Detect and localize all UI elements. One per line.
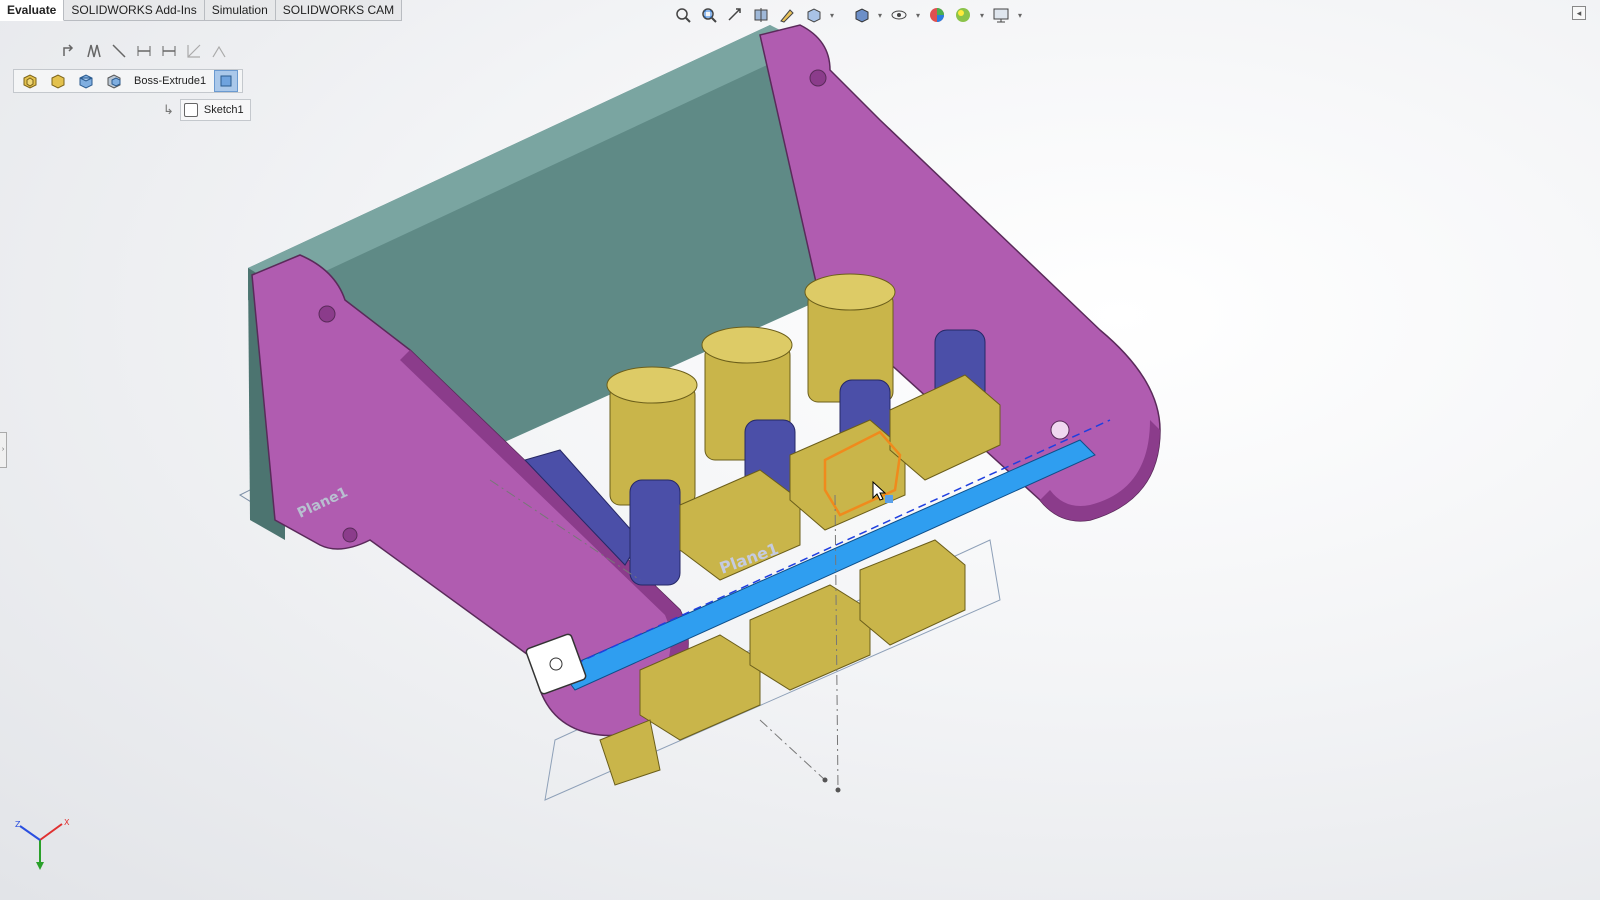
tab-simulation[interactable]: Simulation bbox=[204, 0, 276, 21]
zoom-to-fit-icon[interactable] bbox=[672, 4, 694, 26]
collapse-icon[interactable]: ◂ bbox=[1572, 6, 1586, 20]
construction-line-diagonal bbox=[759, 719, 826, 781]
part-icon[interactable] bbox=[74, 70, 98, 92]
dimension-icon[interactable] bbox=[158, 40, 180, 62]
normal-to-icon[interactable] bbox=[58, 40, 80, 62]
relations-icon[interactable] bbox=[183, 40, 205, 62]
z-label: Z bbox=[15, 820, 21, 829]
tab-solidworks-add-ins[interactable]: SOLIDWORKS Add-Ins bbox=[64, 0, 205, 21]
section-view-icon[interactable] bbox=[750, 4, 772, 26]
view-settings-icon[interactable] bbox=[990, 4, 1012, 26]
mount-hole bbox=[809, 69, 827, 87]
heads-up-view-toolbar: ▾ ▾ ▾ ▾ ▾ bbox=[672, 4, 1024, 26]
drag-handle[interactable] bbox=[885, 495, 893, 503]
command-manager-tabs: Evaluate SOLIDWORKS Add-Ins Simulation S… bbox=[0, 0, 403, 21]
y-arrow bbox=[36, 862, 44, 870]
reference-triad: X Z bbox=[15, 818, 70, 870]
x-label: X bbox=[64, 818, 70, 827]
graphics-area[interactable]: Plane1 Plane1 Evaluate SOLIDWORKS Add-In… bbox=[0, 0, 1600, 900]
hide-show-dropdown[interactable]: ▾ bbox=[914, 11, 922, 20]
assembly-icon[interactable] bbox=[18, 70, 42, 92]
hide-show-items-icon[interactable] bbox=[888, 4, 910, 26]
context-toolbar bbox=[58, 40, 230, 62]
view-orientation-icon[interactable] bbox=[802, 4, 824, 26]
zoom-to-area-icon[interactable] bbox=[698, 4, 720, 26]
edit-appearance-icon[interactable] bbox=[926, 4, 948, 26]
line-icon[interactable] bbox=[108, 40, 130, 62]
mount-hole-lower bbox=[342, 527, 358, 543]
subassembly-icon[interactable] bbox=[46, 70, 70, 92]
apply-scene-icon[interactable] bbox=[952, 4, 974, 26]
display-style-icon[interactable] bbox=[850, 4, 872, 26]
tab-evaluate[interactable]: Evaluate bbox=[0, 0, 65, 21]
child-arrow-icon: ↳ bbox=[163, 102, 174, 117]
dynamic-annotation-icon[interactable] bbox=[776, 4, 798, 26]
tab-solidworks-cam[interactable]: SOLIDWORKS CAM bbox=[275, 0, 403, 21]
sub-breadcrumb: ↳ Sketch1 bbox=[163, 99, 251, 121]
component-icon[interactable] bbox=[102, 70, 126, 92]
z-axis bbox=[19, 825, 41, 841]
face-selection-icon[interactable] bbox=[214, 70, 239, 92]
model-view[interactable]: Plane1 Plane1 bbox=[0, 0, 1600, 900]
sketch-label: Sketch1 bbox=[203, 104, 244, 116]
feature-boss-extrude[interactable]: Boss-Extrude1 bbox=[130, 75, 210, 87]
apply-scene-dropdown[interactable]: ▾ bbox=[978, 11, 986, 20]
previous-view-icon[interactable] bbox=[724, 4, 746, 26]
sketch-icon bbox=[183, 103, 198, 117]
sketch-icon[interactable] bbox=[83, 40, 105, 62]
mount-hole-left bbox=[318, 305, 336, 323]
smart-dimension-icon[interactable] bbox=[133, 40, 155, 62]
view-orientation-dropdown[interactable]: ▾ bbox=[828, 11, 836, 20]
view-settings-dropdown[interactable]: ▾ bbox=[1016, 11, 1024, 20]
display-style-dropdown[interactable]: ▾ bbox=[876, 11, 884, 20]
pivot-hole bbox=[1050, 420, 1070, 440]
endpoint bbox=[835, 787, 841, 793]
trim-icon[interactable] bbox=[208, 40, 230, 62]
x-axis bbox=[39, 823, 63, 841]
breadcrumb: Boss-Extrude1 bbox=[13, 69, 244, 93]
sketch-item[interactable]: Sketch1 bbox=[179, 99, 251, 121]
panel-expand-handle[interactable]: › bbox=[0, 432, 7, 468]
endpoint bbox=[822, 777, 828, 783]
